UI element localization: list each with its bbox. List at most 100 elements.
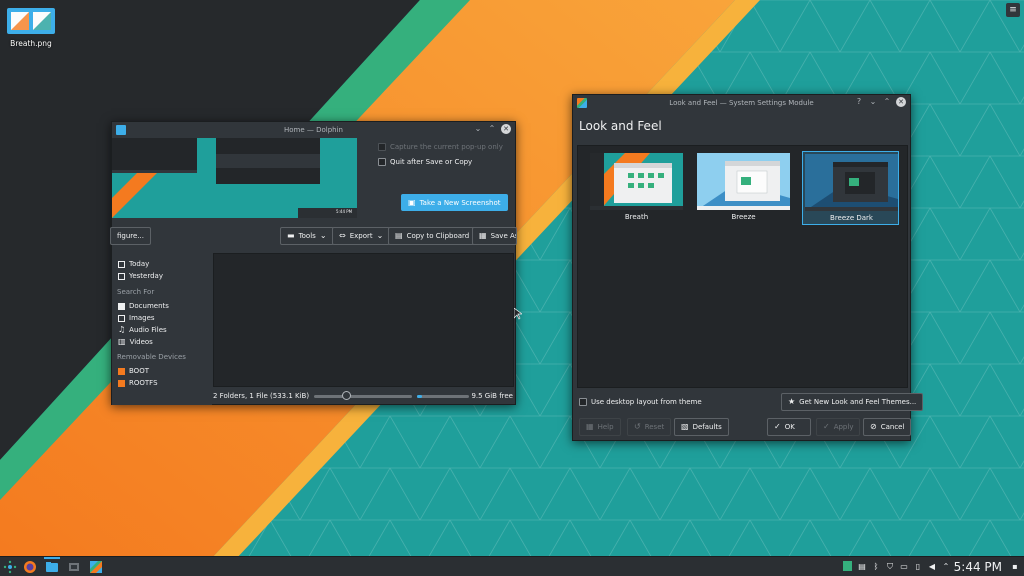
spectacle-task-icon[interactable] bbox=[66, 559, 82, 575]
capture-popup-checkbox[interactable] bbox=[378, 143, 386, 151]
close-icon[interactable]: ✕ bbox=[501, 124, 511, 134]
get-new-themes-button[interactable]: ★ Get New Look and Feel Themes... bbox=[781, 393, 924, 411]
maximize-icon[interactable]: ⌃ bbox=[882, 97, 892, 107]
help-question-icon[interactable]: ? bbox=[854, 97, 864, 107]
sidebar-item-audio-files[interactable]: ♫ Audio Files bbox=[118, 326, 167, 335]
desktop-file-breath-png[interactable]: Breath.png bbox=[6, 6, 56, 48]
volume-icon[interactable]: ◀ bbox=[927, 561, 937, 572]
free-space-bar bbox=[417, 395, 469, 398]
document-icon: ▧ bbox=[681, 422, 689, 431]
zoom-slider[interactable] bbox=[314, 395, 412, 398]
system-settings-task-icon[interactable] bbox=[88, 559, 104, 575]
take-screenshot-button[interactable]: ▣ Take a New Screenshot bbox=[401, 194, 508, 211]
taskbar-panel: ▤ ᛒ ⛉ ▭ ▯ ◀ ⌃ 5:44 PM ▪ bbox=[0, 556, 1024, 576]
dolphin-window: Home — Dolphin ⌄ ⌃ ✕ 5:44 PM Capture the… bbox=[110, 121, 517, 405]
cancel-button[interactable]: ⊘ Cancel bbox=[863, 418, 912, 436]
clipboard-icon[interactable]: ▤ bbox=[857, 561, 867, 572]
help-button[interactable]: ▦ Help bbox=[579, 418, 621, 436]
cancel-label: Cancel bbox=[880, 423, 905, 431]
shield-icon[interactable]: ⛉ bbox=[885, 561, 895, 572]
show-desktop-icon[interactable]: ▪ bbox=[1010, 561, 1020, 572]
firefox-icon[interactable] bbox=[22, 559, 38, 575]
reset-button[interactable]: ↺ Reset bbox=[627, 418, 672, 436]
calendar-icon bbox=[118, 260, 125, 268]
capture-popup-option[interactable]: Capture the current pop-up only bbox=[378, 143, 503, 151]
bluetooth-icon[interactable]: ᛒ bbox=[871, 561, 881, 572]
screenshot-toolbar: figure... ▬ Tools ⌄ ⇔ Export ⌄ ▤ Copy to… bbox=[110, 226, 517, 246]
help-grid-icon: ▦ bbox=[586, 422, 594, 431]
defaults-button[interactable]: ▧ Defaults bbox=[674, 418, 729, 436]
sidebar-item-label: Documents bbox=[129, 302, 169, 310]
get-new-themes-label: Get New Look and Feel Themes... bbox=[799, 398, 917, 406]
network-icon[interactable]: ▭ bbox=[899, 561, 909, 572]
configure-button[interactable]: figure... bbox=[110, 227, 151, 245]
checkmark-icon: ✓ bbox=[774, 422, 781, 431]
sidebar-item-boot[interactable]: BOOT bbox=[118, 367, 149, 375]
theme-name: Breeze Dark bbox=[830, 214, 873, 222]
sidebar-item-label: Videos bbox=[129, 338, 153, 346]
save-icon: ▦ bbox=[479, 231, 487, 240]
battery-icon[interactable]: ▯ bbox=[913, 561, 923, 572]
theme-card-breeze[interactable]: Breeze bbox=[695, 151, 792, 225]
look-and-feel-window: Look and Feel — System Settings Module ?… bbox=[572, 94, 924, 441]
apply-button[interactable]: ✓ Apply bbox=[816, 418, 861, 436]
tools-button[interactable]: ▬ Tools ⌄ bbox=[280, 227, 334, 245]
panel-clock[interactable]: 5:44 PM bbox=[954, 558, 1002, 576]
take-screenshot-label: Take a New Screenshot bbox=[419, 198, 501, 207]
look-and-feel-app-icon bbox=[577, 98, 587, 108]
file-view[interactable] bbox=[213, 253, 514, 387]
save-as-button[interactable]: ▦ Save As bbox=[472, 227, 517, 245]
theme-name: Breeze bbox=[731, 213, 756, 221]
dolphin-task-icon[interactable] bbox=[44, 557, 60, 575]
document-icon bbox=[118, 302, 125, 310]
places-sidebar: Today Yesterday Search For Documents Ima… bbox=[112, 257, 212, 405]
toolbox-icon: ▬ bbox=[287, 231, 295, 240]
zoom-slider-handle[interactable] bbox=[342, 391, 352, 400]
lnf-titlebar[interactable]: Look and Feel — System Settings Module ?… bbox=[573, 95, 910, 111]
mouse-cursor-icon bbox=[514, 308, 522, 320]
use-desktop-layout-label: Use desktop layout from theme bbox=[591, 398, 702, 406]
minimize-icon[interactable]: ⌄ bbox=[473, 124, 483, 134]
sidebar-item-rootfs[interactable]: ROOTFS bbox=[118, 379, 158, 387]
sidebar-item-label: ROOTFS bbox=[129, 379, 158, 387]
expand-tray-icon[interactable]: ⌃ bbox=[941, 561, 951, 572]
page-title: Look and Feel bbox=[579, 119, 662, 133]
sidebar-item-yesterday[interactable]: Yesterday bbox=[118, 272, 163, 280]
theme-grid: Breath Breeze Breeze Dark bbox=[577, 145, 908, 388]
quit-after-save-checkbox[interactable] bbox=[378, 158, 386, 166]
export-button[interactable]: ⇔ Export ⌄ bbox=[332, 227, 391, 245]
configure-label: figure... bbox=[117, 232, 144, 240]
dolphin-titlebar[interactable]: Home — Dolphin ⌄ ⌃ ✕ bbox=[112, 122, 515, 138]
close-icon[interactable]: ✕ bbox=[896, 97, 906, 107]
sidebar-item-images[interactable]: Images bbox=[118, 314, 155, 322]
theme-card-breath[interactable]: Breath bbox=[588, 151, 685, 225]
ok-label: OK bbox=[784, 423, 795, 431]
sidebar-item-today[interactable]: Today bbox=[118, 260, 149, 268]
sidebar-item-videos[interactable]: ▥ Videos bbox=[118, 338, 153, 347]
maximize-icon[interactable]: ⌃ bbox=[487, 124, 497, 134]
sidebar-item-documents[interactable]: Documents bbox=[118, 302, 169, 310]
copy-to-clipboard-label: Copy to Clipboard bbox=[406, 232, 470, 240]
theme-card-breeze-dark[interactable]: Breeze Dark bbox=[802, 151, 899, 225]
hamburger-icon[interactable]: ≡ bbox=[1006, 3, 1020, 17]
application-launcher-icon[interactable] bbox=[2, 559, 18, 575]
status-bar: 2 Folders, 1 File (533.1 KiB) 9.5 GiB fr… bbox=[213, 388, 515, 404]
apply-label: Apply bbox=[833, 423, 854, 431]
calendar-icon bbox=[118, 272, 125, 280]
tray-app-icon[interactable] bbox=[843, 561, 853, 572]
theme-name: Breath bbox=[624, 213, 649, 221]
copy-to-clipboard-button[interactable]: ▤ Copy to Clipboard bbox=[388, 227, 477, 245]
quit-after-save-option[interactable]: Quit after Save or Copy bbox=[378, 158, 472, 166]
clipboard-icon: ▤ bbox=[395, 231, 403, 240]
theme-preview-breeze-dark bbox=[805, 154, 898, 211]
minimize-icon[interactable]: ⌄ bbox=[868, 97, 878, 107]
sidebar-section-search-for: Search For bbox=[117, 288, 155, 296]
use-desktop-layout-option[interactable]: Use desktop layout from theme bbox=[579, 398, 702, 406]
use-desktop-layout-checkbox[interactable] bbox=[579, 398, 587, 406]
image-thumbnail-icon bbox=[7, 6, 55, 34]
ok-button[interactable]: ✓ OK bbox=[767, 418, 811, 436]
status-text: 2 Folders, 1 File (533.1 KiB) bbox=[213, 392, 310, 400]
sidebar-item-label: Images bbox=[129, 314, 155, 322]
capture-options: Capture the current pop-up only Quit aft… bbox=[357, 138, 517, 234]
window-title: Home — Dolphin bbox=[283, 126, 343, 134]
